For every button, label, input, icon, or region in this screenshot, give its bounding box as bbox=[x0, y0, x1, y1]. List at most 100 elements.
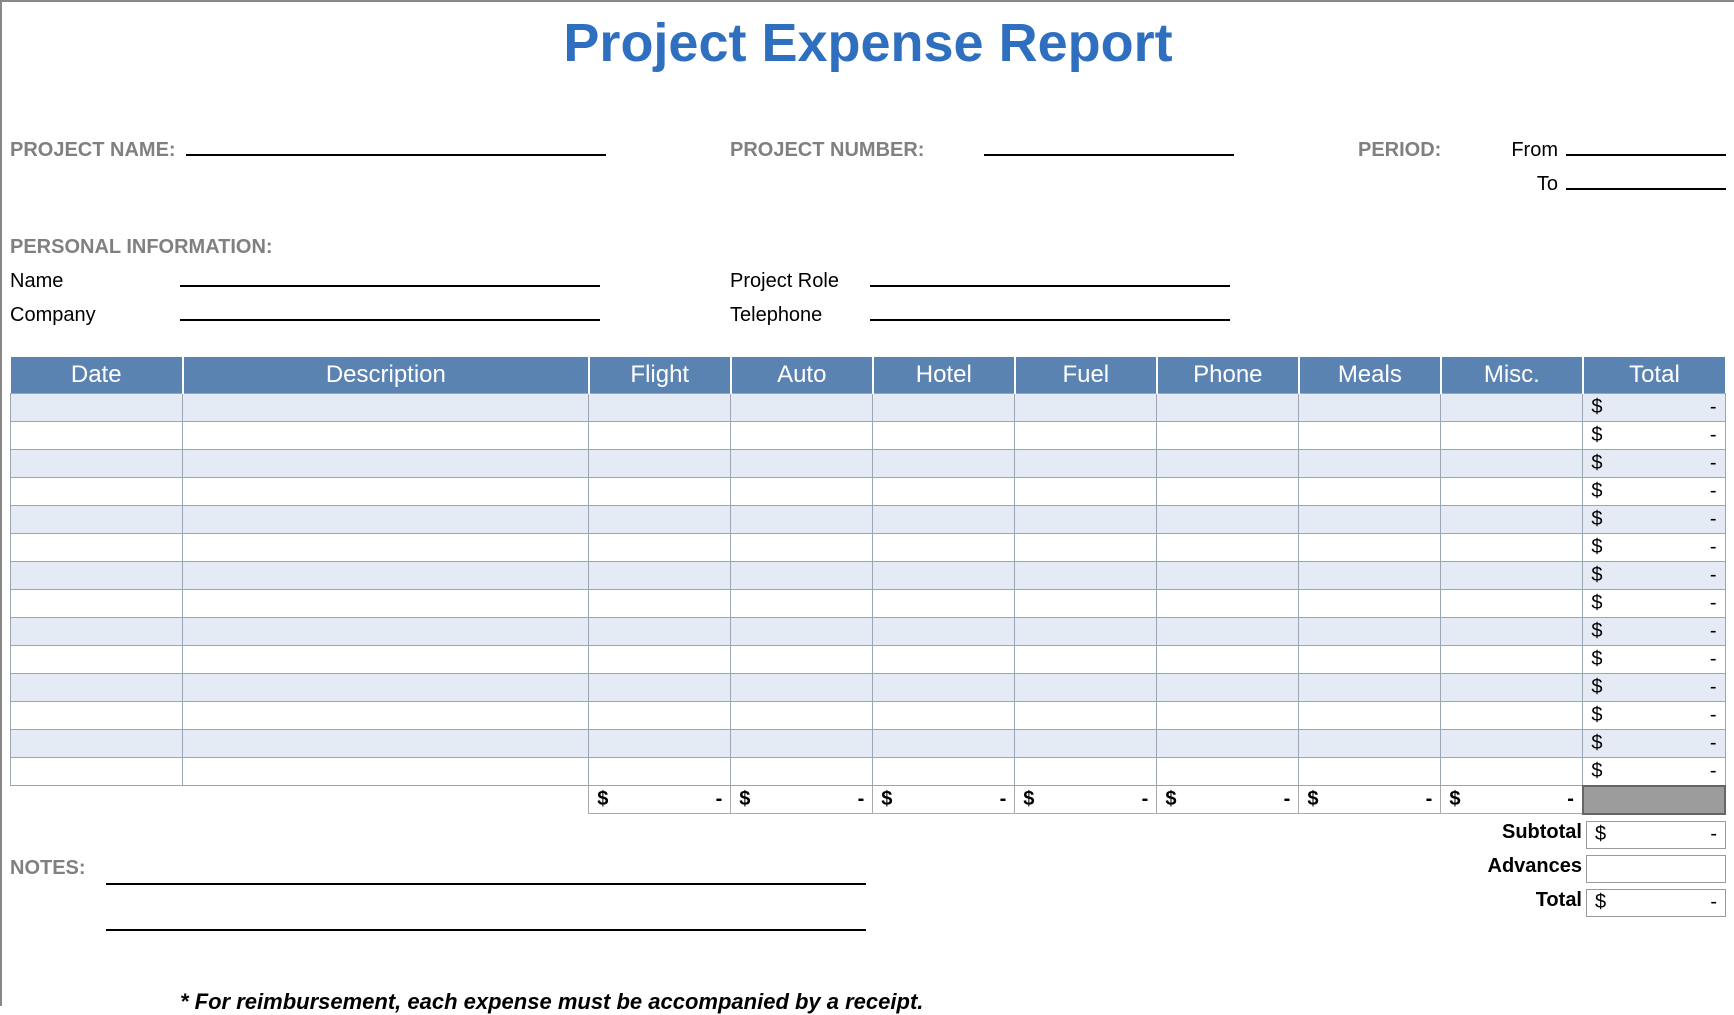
table-cell[interactable] bbox=[1157, 702, 1299, 730]
project-number-field[interactable] bbox=[984, 134, 1234, 156]
advances-value[interactable] bbox=[1586, 855, 1726, 883]
table-cell[interactable] bbox=[1441, 618, 1583, 646]
table-cell[interactable] bbox=[873, 478, 1015, 506]
table-cell[interactable] bbox=[183, 562, 589, 590]
table-cell[interactable] bbox=[1299, 618, 1441, 646]
table-cell[interactable] bbox=[11, 422, 183, 450]
table-cell[interactable] bbox=[1157, 422, 1299, 450]
table-cell[interactable] bbox=[731, 702, 873, 730]
table-cell[interactable] bbox=[589, 702, 731, 730]
period-from-field[interactable] bbox=[1566, 134, 1726, 156]
table-cell[interactable] bbox=[589, 562, 731, 590]
table-cell[interactable] bbox=[1441, 534, 1583, 562]
table-cell[interactable] bbox=[873, 674, 1015, 702]
table-cell[interactable] bbox=[731, 450, 873, 478]
table-cell[interactable] bbox=[589, 730, 731, 758]
table-cell[interactable] bbox=[873, 646, 1015, 674]
notes-line-2[interactable] bbox=[106, 903, 866, 931]
table-cell[interactable] bbox=[11, 394, 183, 422]
table-cell[interactable] bbox=[1015, 730, 1157, 758]
table-cell[interactable] bbox=[731, 590, 873, 618]
table-cell[interactable] bbox=[1441, 758, 1583, 786]
table-cell[interactable] bbox=[1015, 758, 1157, 786]
table-cell[interactable] bbox=[11, 730, 183, 758]
table-cell[interactable] bbox=[1299, 506, 1441, 534]
table-cell[interactable] bbox=[589, 646, 731, 674]
table-cell[interactable] bbox=[183, 506, 589, 534]
table-cell[interactable] bbox=[873, 590, 1015, 618]
table-cell[interactable] bbox=[731, 506, 873, 534]
table-cell[interactable] bbox=[1299, 562, 1441, 590]
table-cell[interactable] bbox=[731, 562, 873, 590]
table-cell[interactable] bbox=[183, 730, 589, 758]
table-cell[interactable] bbox=[11, 450, 183, 478]
table-cell[interactable] bbox=[731, 758, 873, 786]
table-cell[interactable] bbox=[1299, 450, 1441, 478]
table-cell[interactable] bbox=[11, 758, 183, 786]
project-role-field[interactable] bbox=[870, 265, 1230, 287]
table-cell[interactable] bbox=[11, 618, 183, 646]
table-cell[interactable] bbox=[1015, 422, 1157, 450]
table-cell[interactable] bbox=[1299, 758, 1441, 786]
table-cell[interactable] bbox=[1157, 562, 1299, 590]
project-name-field[interactable] bbox=[186, 134, 606, 156]
table-cell[interactable] bbox=[731, 422, 873, 450]
table-cell[interactable] bbox=[873, 422, 1015, 450]
table-cell[interactable] bbox=[731, 478, 873, 506]
table-cell[interactable] bbox=[1299, 422, 1441, 450]
table-cell[interactable] bbox=[1441, 506, 1583, 534]
table-cell[interactable] bbox=[589, 394, 731, 422]
table-cell[interactable] bbox=[11, 506, 183, 534]
table-cell[interactable] bbox=[589, 478, 731, 506]
table-cell[interactable] bbox=[1015, 590, 1157, 618]
table-cell[interactable] bbox=[1157, 450, 1299, 478]
table-cell[interactable] bbox=[1299, 590, 1441, 618]
table-cell[interactable] bbox=[183, 646, 589, 674]
table-cell[interactable] bbox=[1299, 534, 1441, 562]
table-cell[interactable] bbox=[183, 590, 589, 618]
table-cell[interactable] bbox=[1157, 758, 1299, 786]
table-cell[interactable] bbox=[873, 394, 1015, 422]
table-cell[interactable] bbox=[1157, 646, 1299, 674]
company-field[interactable] bbox=[180, 299, 600, 321]
table-cell[interactable] bbox=[11, 702, 183, 730]
table-cell[interactable] bbox=[183, 534, 589, 562]
table-cell[interactable] bbox=[183, 478, 589, 506]
table-cell[interactable] bbox=[183, 394, 589, 422]
table-cell[interactable] bbox=[1015, 394, 1157, 422]
table-cell[interactable] bbox=[873, 730, 1015, 758]
table-cell[interactable] bbox=[1299, 394, 1441, 422]
table-cell[interactable] bbox=[873, 534, 1015, 562]
table-cell[interactable] bbox=[1157, 590, 1299, 618]
table-cell[interactable] bbox=[11, 534, 183, 562]
table-cell[interactable] bbox=[873, 562, 1015, 590]
table-cell[interactable] bbox=[1441, 422, 1583, 450]
table-cell[interactable] bbox=[589, 590, 731, 618]
table-cell[interactable] bbox=[1157, 478, 1299, 506]
table-cell[interactable] bbox=[1441, 730, 1583, 758]
table-cell[interactable] bbox=[1157, 394, 1299, 422]
table-cell[interactable] bbox=[183, 422, 589, 450]
table-cell[interactable] bbox=[873, 702, 1015, 730]
table-cell[interactable] bbox=[589, 534, 731, 562]
table-cell[interactable] bbox=[589, 758, 731, 786]
table-cell[interactable] bbox=[1015, 506, 1157, 534]
table-cell[interactable] bbox=[731, 394, 873, 422]
telephone-field[interactable] bbox=[870, 299, 1230, 321]
table-cell[interactable] bbox=[1157, 506, 1299, 534]
table-cell[interactable] bbox=[873, 758, 1015, 786]
table-cell[interactable] bbox=[589, 422, 731, 450]
table-cell[interactable] bbox=[1015, 618, 1157, 646]
table-cell[interactable] bbox=[1441, 702, 1583, 730]
table-cell[interactable] bbox=[1015, 562, 1157, 590]
table-cell[interactable] bbox=[1299, 702, 1441, 730]
table-cell[interactable] bbox=[589, 618, 731, 646]
period-to-field[interactable] bbox=[1566, 168, 1726, 190]
table-cell[interactable] bbox=[1157, 674, 1299, 702]
table-cell[interactable] bbox=[183, 758, 589, 786]
table-cell[interactable] bbox=[1299, 730, 1441, 758]
table-cell[interactable] bbox=[1441, 478, 1583, 506]
table-cell[interactable] bbox=[1299, 478, 1441, 506]
table-cell[interactable] bbox=[11, 646, 183, 674]
table-cell[interactable] bbox=[11, 478, 183, 506]
